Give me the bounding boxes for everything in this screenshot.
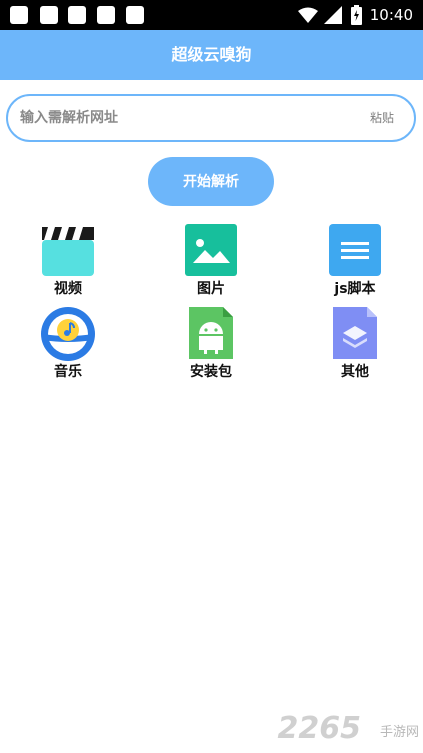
notification-square-icon: [126, 6, 144, 24]
notification-square-icon: [68, 6, 86, 24]
video-clapper-icon: [42, 227, 94, 276]
url-input[interactable]: [20, 106, 350, 130]
category-apk[interactable]: 安装包: [161, 306, 261, 388]
music-note-icon: [41, 307, 95, 361]
category-label: 安装包: [190, 364, 232, 380]
category-label: 图片: [197, 281, 225, 297]
notification-square-icon: [40, 6, 58, 24]
status-bar: 10:40: [0, 0, 423, 30]
start-parse-button[interactable]: 开始解析: [148, 157, 274, 206]
battery-charging-icon: [351, 5, 362, 25]
paste-button[interactable]: 粘贴: [370, 108, 394, 128]
android-file-icon: [189, 307, 233, 359]
category-label: 视频: [54, 281, 82, 297]
document-lines-icon: [329, 224, 381, 276]
category-js-script[interactable]: js脚本: [305, 223, 405, 305]
image-icon: [185, 224, 237, 276]
app-bar: 超级云嗅狗: [0, 30, 423, 80]
cell-signal-icon: [324, 6, 342, 24]
notification-square-icon: [97, 6, 115, 24]
status-time: 10:40: [369, 6, 413, 24]
watermark-number: 2265: [277, 711, 362, 746]
page-title: 超级云嗅狗: [171, 45, 252, 64]
category-music[interactable]: 音乐: [18, 306, 118, 388]
category-other[interactable]: 其他: [305, 306, 405, 388]
layers-file-icon: [333, 307, 377, 359]
category-label: js脚本: [334, 281, 376, 297]
wifi-icon: [298, 7, 318, 23]
watermark-text: 手游网: [379, 725, 419, 740]
url-search-box: 粘贴: [6, 94, 416, 142]
notification-square-icon: [10, 6, 28, 24]
category-label: 音乐: [54, 364, 82, 380]
category-video[interactable]: 视频: [18, 223, 118, 305]
category-label: 其他: [341, 364, 369, 380]
category-image[interactable]: 图片: [161, 223, 261, 305]
